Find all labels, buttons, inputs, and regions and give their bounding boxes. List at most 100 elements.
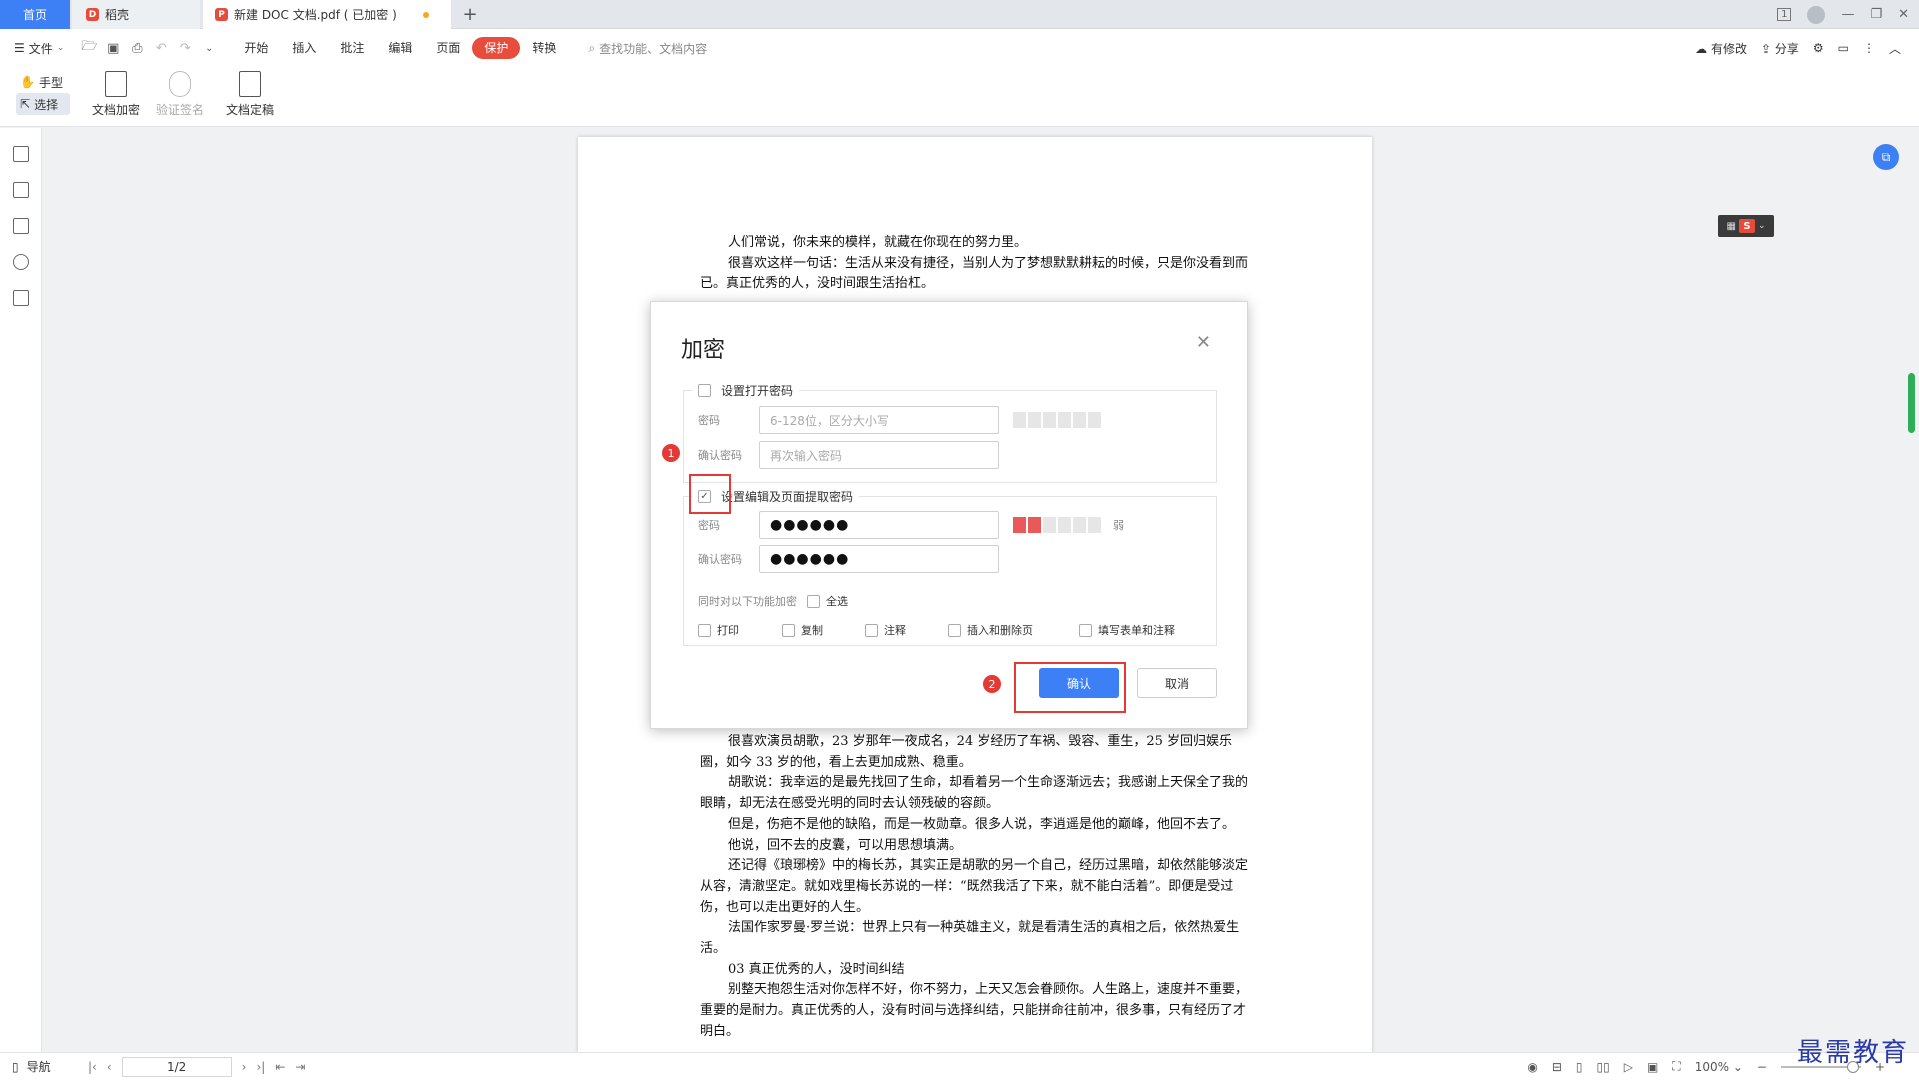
open-folder-icon[interactable]: 🗁 bbox=[80, 39, 98, 57]
more-icon[interactable]: ⋮ bbox=[1863, 41, 1875, 55]
hand-tool-button[interactable]: ✋ 手型 bbox=[16, 71, 70, 93]
open-confirm-password-input[interactable]: 再次输入密码 bbox=[759, 441, 999, 469]
edit-password-input[interactable]: ●●●●●● bbox=[759, 511, 999, 539]
search-placeholder: 查找功能、文档内容 bbox=[599, 41, 708, 56]
avatar[interactable] bbox=[1807, 5, 1826, 24]
open-password-strength bbox=[1013, 412, 1101, 428]
floating-tool-icon[interactable]: ⧉ bbox=[1873, 144, 1899, 170]
annotation-box-checkbox bbox=[689, 474, 731, 514]
gear-icon[interactable]: ⚙ bbox=[1813, 41, 1824, 55]
annotation-box-confirm bbox=[1014, 662, 1126, 713]
vertical-scrollbar[interactable] bbox=[1904, 128, 1919, 1052]
share-button[interactable]: ⇪ 分享 bbox=[1761, 40, 1799, 57]
attachment-icon[interactable] bbox=[13, 254, 29, 270]
menu-bar: ☰ 文件 ⌄ 🗁 ▣ ⎙ ↶ ↷ ⌄ 开始 插入 批注 编辑 页面 保护 转换 … bbox=[0, 29, 1919, 67]
forward-icon[interactable]: ⇥ bbox=[295, 1060, 305, 1074]
document-lock-icon bbox=[105, 71, 127, 97]
cursor-icon: ⇱ bbox=[20, 97, 31, 111]
select-all-checkbox[interactable]: 全选 bbox=[807, 593, 848, 609]
more-quick-access-icon[interactable]: ⌄ bbox=[200, 39, 218, 57]
paragraph: 很喜欢这样一句话：生活从来没有捷径，当别人为了梦想默默耕耘的时候，只是你没看到而… bbox=[700, 255, 1249, 292]
collapse-ribbon-icon[interactable]: ︿ bbox=[1889, 40, 1901, 57]
fit-width-icon[interactable]: ⊟ bbox=[1552, 1060, 1562, 1074]
tab-convert[interactable]: 转换 bbox=[520, 37, 568, 59]
menu-right: ☁ 有修改 ⇪ 分享 ⚙ ▭ ⋮ ︿ bbox=[1695, 29, 1901, 67]
navigation-toggle[interactable]: ▯ 导航 bbox=[12, 1058, 51, 1075]
prev-page-icon[interactable]: ‹ bbox=[107, 1060, 112, 1074]
strength-word: 弱 bbox=[1113, 519, 1124, 532]
zoom-out-icon[interactable]: − bbox=[1757, 1060, 1767, 1074]
restore-icon[interactable]: ❐ bbox=[1870, 7, 1882, 22]
edit-password-label: 设置编辑及页面提取密码 bbox=[721, 490, 854, 504]
document-encrypt-button[interactable]: 文档加密 bbox=[86, 71, 146, 118]
daoke-logo-icon: D bbox=[86, 8, 99, 21]
first-page-icon[interactable]: |‹ bbox=[88, 1060, 97, 1074]
open-password-label: 设置打开密码 bbox=[721, 384, 794, 398]
print-icon[interactable]: ⎙ bbox=[128, 39, 146, 57]
input-method-bar[interactable]: ▦ S ⌄ bbox=[1718, 215, 1774, 237]
tab-bar: 首页 D 稻壳 P 新建 DOC 文档.pdf ( 已加密 ) + 1 — ❐ … bbox=[0, 0, 1919, 29]
option-annotate-checkbox[interactable]: 注释 bbox=[865, 622, 906, 638]
next-page-icon[interactable]: › bbox=[242, 1060, 247, 1074]
ribbon: ✋ 手型 ⇱ 选择 文档加密 验证签名 文档定稿 bbox=[0, 67, 1919, 127]
close-icon[interactable]: ✕ bbox=[1196, 332, 1211, 353]
paragraph: 法国作家罗曼·罗兰说：世界上只有一种英雄主义，就是看清生活的真相之后，依然热爱生… bbox=[700, 920, 1240, 957]
tab-daoke[interactable]: D 稻壳 bbox=[72, 0, 200, 29]
save-icon[interactable]: ▣ bbox=[104, 39, 122, 57]
sogou-ime-icon: S bbox=[1738, 219, 1755, 233]
option-print-checkbox[interactable]: 打印 bbox=[698, 622, 739, 638]
tab-page[interactable]: 页面 bbox=[424, 37, 472, 59]
annotation-badge-2: 2 bbox=[983, 675, 1001, 693]
tab-daoke-label: 稻壳 bbox=[105, 8, 130, 22]
select-tool-button[interactable]: ⇱ 选择 bbox=[16, 93, 70, 115]
page-count-icon[interactable]: 1 bbox=[1777, 8, 1792, 21]
chevron-down-icon: ⌄ bbox=[56, 43, 65, 53]
minimize-icon[interactable]: — bbox=[1841, 7, 1854, 22]
tab-document[interactable]: P 新建 DOC 文档.pdf ( 已加密 ) bbox=[203, 0, 451, 29]
comment-panel-icon[interactable] bbox=[13, 218, 29, 234]
signature-panel-icon[interactable] bbox=[13, 290, 29, 306]
paragraph: 他说，回不去的皮囊，可以用思想填满。 bbox=[728, 837, 963, 853]
tab-home[interactable]: 首页 bbox=[0, 0, 70, 29]
pdf-file-icon: P bbox=[215, 8, 228, 21]
tab-insert[interactable]: 插入 bbox=[280, 37, 328, 59]
redo-icon[interactable]: ↷ bbox=[176, 39, 194, 57]
option-insert-delete-checkbox[interactable]: 插入和删除页 bbox=[948, 622, 1033, 638]
tab-protect[interactable]: 保护 bbox=[472, 37, 521, 59]
edit-confirm-password-input[interactable]: ●●●●●● bbox=[759, 545, 999, 573]
scrollbar-thumb[interactable] bbox=[1908, 373, 1915, 433]
zoom-dropdown[interactable]: 100% ⌄ bbox=[1695, 1060, 1743, 1074]
bookmark-icon[interactable] bbox=[13, 146, 29, 162]
eye-protect-icon[interactable]: ◉ bbox=[1527, 1060, 1537, 1074]
tab-comment[interactable]: 批注 bbox=[328, 37, 376, 59]
actual-size-icon[interactable]: ▣ bbox=[1647, 1060, 1658, 1074]
watermark-logo: 最需教育 bbox=[1797, 1038, 1910, 1068]
function-encrypt-label: 同时对以下功能加密 bbox=[698, 595, 797, 608]
edit-password-group: ✓ 设置编辑及页面提取密码 密码 ●●●●●● 弱 确认密码 ●●●●●● 同时… bbox=[683, 488, 1217, 646]
comment-icon[interactable]: ▭ bbox=[1838, 41, 1849, 55]
single-page-icon[interactable]: ▯ bbox=[1576, 1060, 1583, 1074]
paragraph: 还记得《琅琊榜》中的梅长苏，其实正是胡歌的另一个自己，经历过黑暗，却依然能够淡定… bbox=[700, 858, 1249, 915]
tab-start[interactable]: 开始 bbox=[232, 37, 280, 59]
cloud-modified-button[interactable]: ☁ 有修改 bbox=[1695, 40, 1747, 57]
undo-icon[interactable]: ↶ bbox=[152, 39, 170, 57]
option-copy-checkbox[interactable]: 复制 bbox=[782, 622, 823, 638]
thumbnail-icon[interactable] bbox=[13, 182, 29, 198]
verify-signature-button[interactable]: 验证签名 bbox=[150, 71, 210, 118]
back-icon[interactable]: ⇤ bbox=[275, 1060, 285, 1074]
play-icon[interactable]: ▷ bbox=[1624, 1060, 1633, 1074]
file-menu[interactable]: ☰ 文件 ⌄ bbox=[14, 40, 64, 57]
option-fill-form-checkbox[interactable]: 填写表单和注释 bbox=[1079, 622, 1175, 638]
last-page-icon[interactable]: ›| bbox=[256, 1060, 265, 1074]
two-page-icon[interactable]: ▯▯ bbox=[1596, 1060, 1609, 1074]
open-password-checkbox[interactable] bbox=[698, 384, 711, 397]
page-number-input[interactable]: 1/2 bbox=[121, 1056, 232, 1077]
finalize-document-button[interactable]: 文档定稿 bbox=[220, 71, 280, 118]
new-tab-button[interactable]: + bbox=[458, 0, 482, 29]
search-box[interactable]: ⌕ 查找功能、文档内容 bbox=[588, 40, 707, 57]
cancel-button[interactable]: 取消 bbox=[1137, 668, 1217, 698]
open-password-input[interactable]: 6-128位，区分大小写 bbox=[759, 406, 999, 434]
tab-edit[interactable]: 编辑 bbox=[376, 37, 424, 59]
close-window-icon[interactable]: ✕ bbox=[1898, 7, 1909, 22]
fit-page-icon[interactable]: ⛶ bbox=[1672, 1059, 1680, 1074]
